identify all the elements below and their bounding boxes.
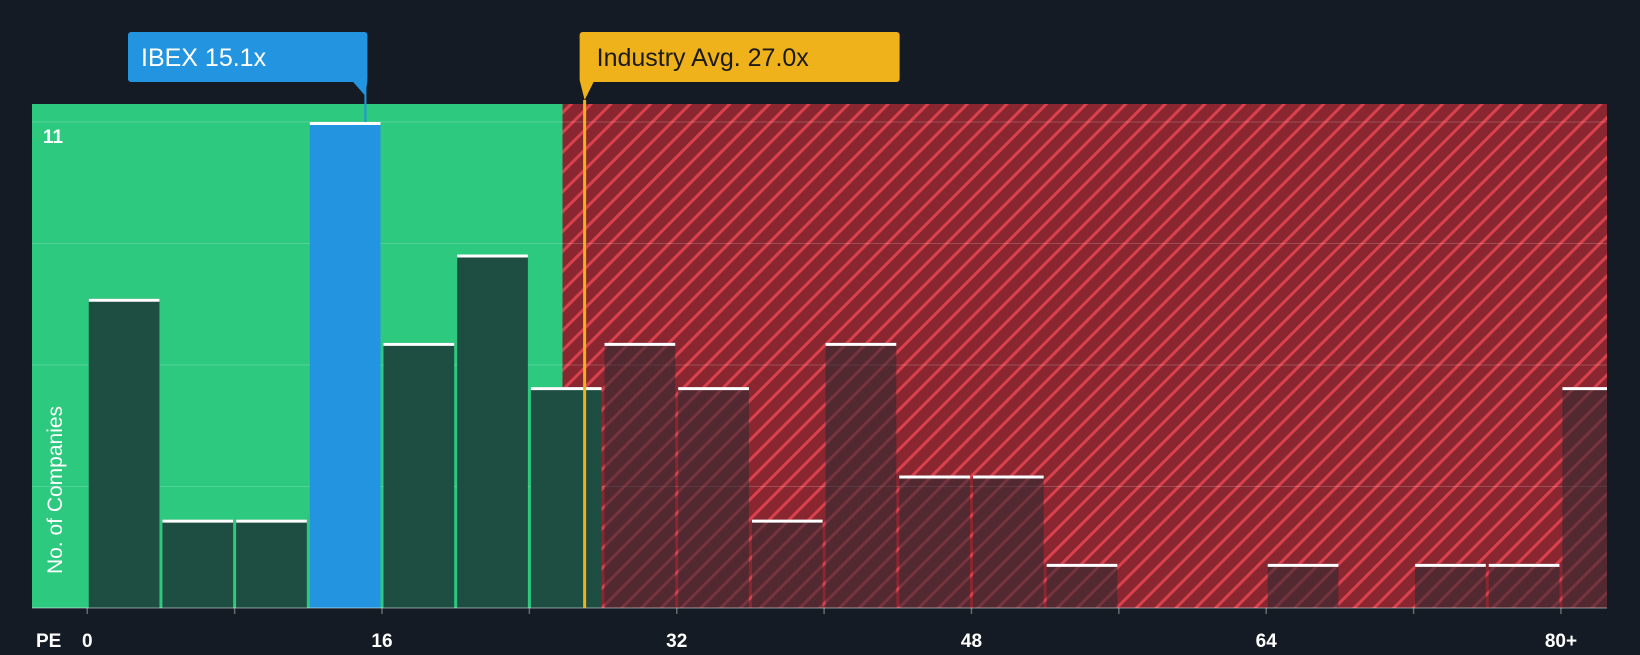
industry-avg-pointer bbox=[579, 80, 595, 100]
x-tick-label-5: 80+ bbox=[1545, 631, 1577, 650]
pe-distribution-chart: 0 16 32 48 64 80+ PE No. of Companies 11 Industry… bbox=[0, 0, 1640, 652]
bar-76 bbox=[1488, 563, 1560, 608]
x-tick-label-1: 16 bbox=[371, 631, 392, 650]
bar-36 bbox=[751, 519, 823, 608]
x-tick-label-4: 64 bbox=[1256, 631, 1278, 650]
bar-44 bbox=[899, 475, 970, 608]
bar-20 bbox=[457, 254, 528, 608]
y-axis-label: No. of Companies bbox=[44, 406, 67, 574]
bar-8 bbox=[236, 519, 307, 608]
bar-40 bbox=[825, 342, 897, 608]
bar-16 bbox=[383, 342, 455, 608]
bar-52 bbox=[1046, 563, 1118, 608]
bar-48 bbox=[972, 475, 1044, 608]
x-tick-label-2: 32 bbox=[666, 631, 687, 650]
bar-64 bbox=[1267, 563, 1339, 608]
bar-4 bbox=[162, 519, 234, 608]
bar-28 bbox=[604, 342, 676, 608]
y-max-tick-label: 11 bbox=[43, 127, 64, 148]
bar-0 bbox=[88, 298, 160, 608]
company-pointer bbox=[351, 80, 368, 96]
bar-24 bbox=[530, 387, 602, 608]
bar-12 bbox=[309, 122, 381, 608]
x-axis-label: PE bbox=[36, 631, 61, 650]
company-label: IBEX 15.1x bbox=[141, 44, 267, 72]
x-tick-label-0: 0 bbox=[82, 631, 93, 650]
bar-72 bbox=[1415, 563, 1486, 608]
chart-svg: 0 16 32 48 64 80+ PE No. of Companies 11 Industry… bbox=[32, 32, 1607, 652]
x-tick-label-3: 48 bbox=[961, 631, 982, 650]
bar-80 bbox=[1562, 387, 1607, 608]
industry-avg-label: Industry Avg. 27.0x bbox=[597, 44, 810, 72]
x-ticks bbox=[86, 608, 1562, 614]
bar-32 bbox=[678, 387, 749, 608]
